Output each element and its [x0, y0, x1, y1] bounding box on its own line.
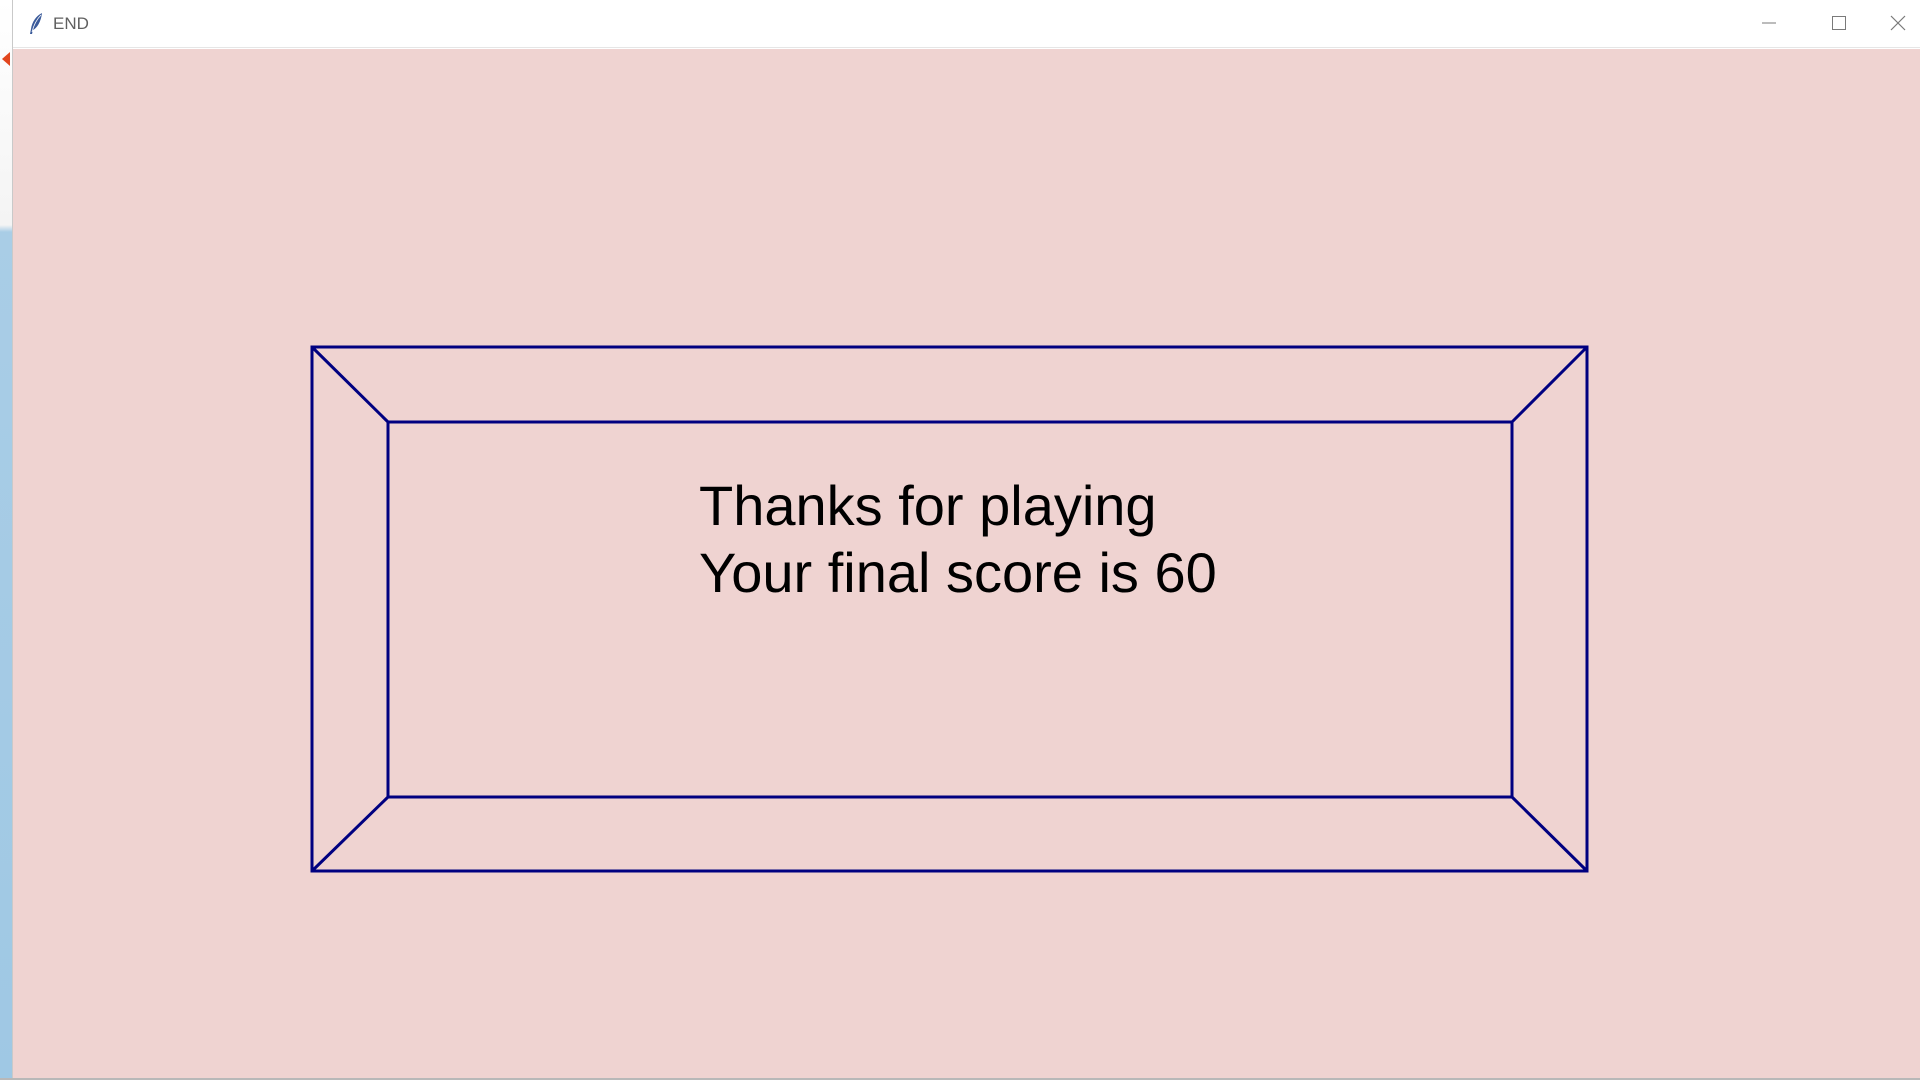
title-bar[interactable]: END [13, 0, 1920, 48]
close-button[interactable] [1875, 0, 1920, 46]
app-window: END Thanks for playing Your final score … [12, 0, 1920, 1078]
maximize-icon [1831, 15, 1847, 31]
end-message: Thanks for playing Your final score is 6… [699, 472, 1217, 606]
outer-frame [310, 345, 1589, 873]
corner-bevel-top-right [1510, 345, 1589, 424]
desktop-marker-icon [2, 52, 10, 66]
close-icon [1890, 15, 1906, 31]
window-title: END [53, 14, 89, 33]
corner-bevel-bottom-left [310, 795, 390, 873]
minimize-icon [1762, 16, 1776, 30]
corner-bevel-top-left [310, 345, 390, 424]
desktop-background-strip [0, 0, 12, 1080]
maximize-button[interactable] [1805, 0, 1873, 46]
final-score-text: Your final score is 60 [699, 541, 1217, 604]
minimize-button[interactable] [1735, 0, 1803, 46]
feather-icon [27, 12, 47, 36]
thanks-text: Thanks for playing [699, 474, 1157, 537]
corner-bevel-bottom-right [1510, 795, 1589, 873]
game-canvas: Thanks for playing Your final score is 6… [13, 49, 1920, 1078]
